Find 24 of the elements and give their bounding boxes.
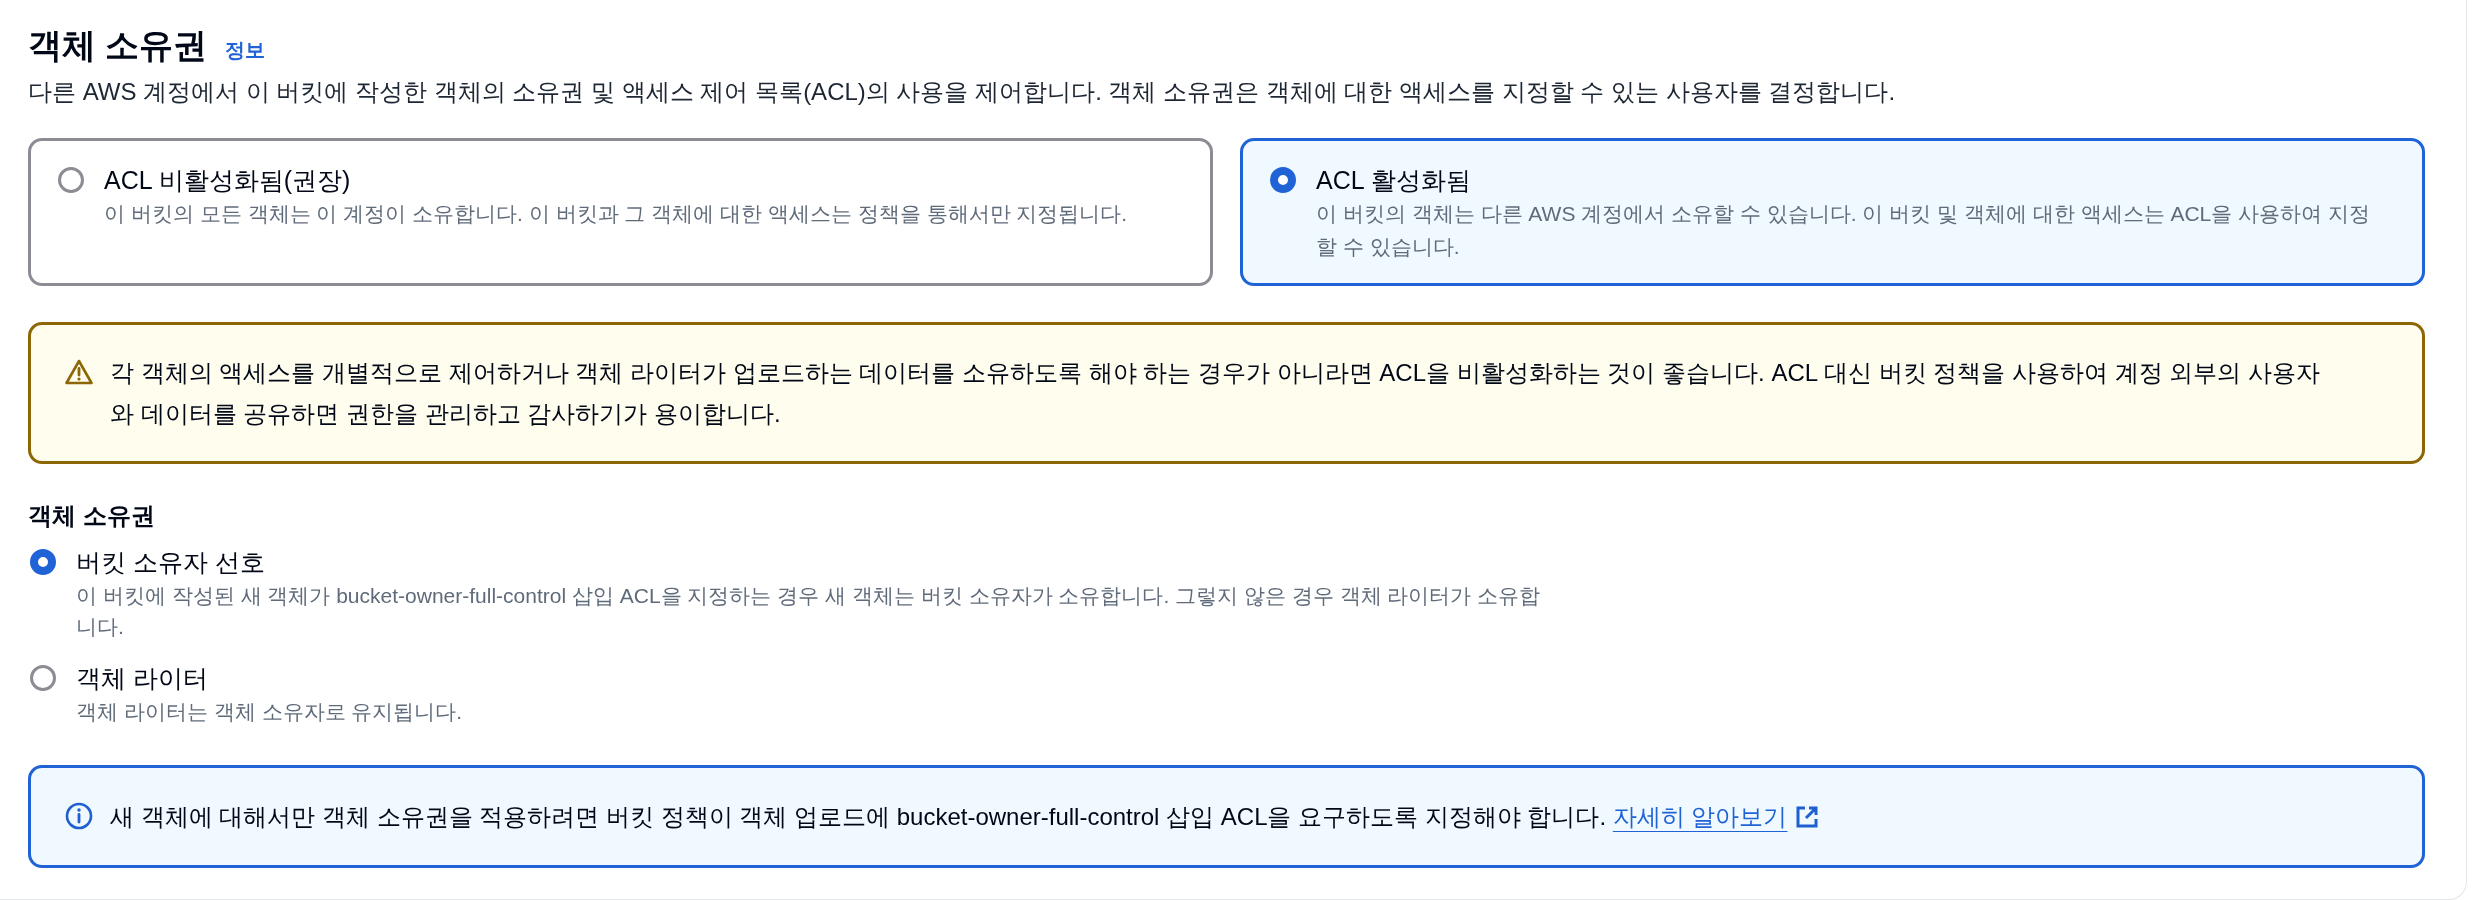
info-link[interactable]: 정보 [225, 35, 266, 65]
section-description: 다른 AWS 계정에서 이 버킷에 작성한 객체의 소유권 및 액세스 제어 목록(ACL)의 사용을 제어합니다. 객체 소유권은 객체에 대한 액세스를 지정할 수 있는 사용자를 결정합니다. [28, 77, 1897, 107]
option-description: 이 버킷의 객체는 다른 AWS 계정에서 소유할 수 있습니다. 이 버킷 및 객체에 대한 액세스는 ACL을 사용하여 지정할 수 있습니다. [1316, 201, 2371, 260]
field-label: 객체 소유권 [28, 501, 155, 531]
option-label: ACL 비활성화됨(권장) [104, 165, 351, 196]
info-text: 새 객체에 대해서만 객체 소유권을 적용하려면 버킷 정책이 객체 업로드에 bucket-owner-full-control 삽입 ACL을 요구하도록 지정해야 합니다. 자세히 알아보기 [110, 796, 1820, 837]
info-icon [65, 802, 93, 830]
option-label: 버킷 소유자 선호 [76, 547, 265, 578]
learn-more-link[interactable]: 자세히 알아보기 [1612, 796, 1820, 837]
radio-button[interactable] [1270, 167, 1296, 193]
radio-button[interactable] [30, 549, 56, 575]
option-card[interactable]: ACL 활성화됨 이 버킷의 객체는 다른 AWS 계정에서 소유할 수 있습니다. 이 버킷 및 객체에 대한 액세스는 ACL을 사용하여 지정할 수 있습니다. [1240, 138, 2425, 286]
option-description: 이 버킷의 모든 객체는 이 계정이 소유합니다. 이 버킷과 그 객체에 대한 액세스는 정책을 통해서만 지정됩니다. [104, 201, 1128, 227]
option-description: 이 버킷에 작성된 새 객체가 bucket-owner-full-control 삽입 ACL을 지정하는 경우 새 객체는 버킷 소유자가 소유합니다. 그렇지 않은 경우 객체 라이터가 소유합니다. [76, 583, 1542, 640]
radio-button[interactable] [30, 665, 56, 691]
radio-button[interactable] [58, 167, 84, 193]
warning-text: 각 객체의 액세스를 개별적으로 제어하거나 객체 라이터가 업로드하는 데이터를 소유하도록 해야 하는 경우가 아니라면 ACL을 비활성화하는 것이 좋습니다. ACL 대신 버킷 정책을 사용하여 계정 외부의 사용자와 데이터를 공유하면 권한을 관리하고 감사하기가 용이합니다. [110, 358, 2321, 429]
option-card[interactable]: ACL 비활성화됨(권장) 이 버킷의 모든 객체는 이 계정이 소유합니다. 이 버킷과 그 객체에 대한 액세스는 정책을 통해서만 지정됩니다. [28, 138, 1213, 286]
external-link-icon [1795, 804, 1820, 829]
option-label: ACL 활성화됨 [1316, 165, 1471, 196]
option-label: 객체 라이터 [76, 663, 208, 694]
section-title: 객체 소유권 [28, 25, 208, 66]
option-description: 객체 라이터는 객체 소유자로 유지됩니다. [76, 699, 463, 725]
warning-icon [65, 359, 93, 385]
